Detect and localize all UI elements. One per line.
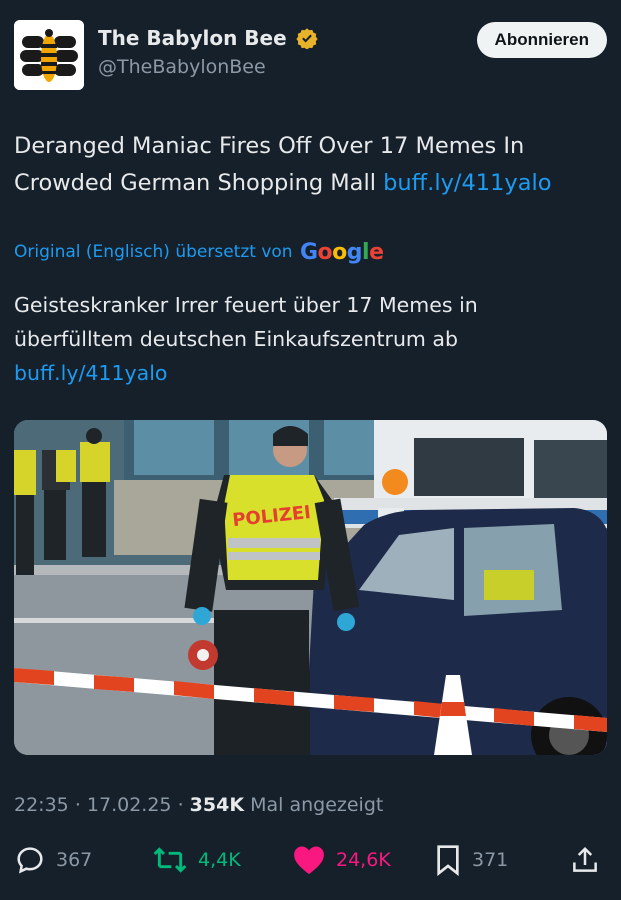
translated-link[interactable]: buff.ly/411yalo [14,361,167,385]
bookmark-button[interactable]: 371 [434,842,508,878]
translated-text: Geisteskranker Irrer feuert über 17 Meme… [14,288,594,390]
reply-button[interactable]: 367 [14,842,92,878]
display-name[interactable]: The Babylon Bee [98,26,287,50]
like-button[interactable]: 24,6K [292,842,391,878]
views-label: Mal angezeigt [250,794,384,816]
share-button[interactable] [570,842,610,878]
tweet-photo[interactable]: POLIZEI [14,420,607,755]
like-count: 24,6K [336,849,391,871]
retweet-icon [153,847,187,873]
separator-dot: · [177,794,184,816]
tweet-meta: 22:35 · 17.02.25 · 354K Mal angezeigt [14,794,383,816]
separator-dot: · [74,794,81,816]
translated-body: Geisteskranker Irrer feuert über 17 Meme… [14,293,478,351]
subscribe-button[interactable]: Abonnieren [476,22,607,58]
author-block[interactable]: The Babylon Bee @TheBabylonBee [98,26,318,78]
reply-count: 367 [56,849,93,871]
share-icon [573,846,597,872]
tweet-link[interactable]: buff.ly/411yalo [383,170,551,196]
translation-note[interactable]: Original (Englisch) übersetzt von Google [14,240,384,265]
heart-icon [294,846,324,875]
handle[interactable]: @TheBabylonBee [98,56,318,78]
bookmark-icon [437,845,459,876]
retweet-count: 4,4K [198,849,241,871]
retweet-button[interactable]: 4,4K [152,842,241,878]
tweet-header: The Babylon Bee @TheBabylonBee Abonniere… [14,18,607,90]
verified-badge-icon [296,28,318,49]
google-logo: Google [299,240,384,265]
tweet-text: Deranged Maniac Fires Off Over 17 Memes … [14,128,607,202]
translation-label: Original (Englisch) übersetzt von [14,242,293,262]
reply-icon [17,847,43,874]
view-count: 354K [189,794,245,816]
action-bar: 367 4,4K 24,6K 371 [14,842,607,878]
tweet-date[interactable]: 17.02.25 [87,794,172,816]
bookmark-count: 371 [472,849,509,871]
tweet-time[interactable]: 22:35 [14,794,69,816]
babylon-bee-logo-avatar[interactable] [14,20,84,90]
